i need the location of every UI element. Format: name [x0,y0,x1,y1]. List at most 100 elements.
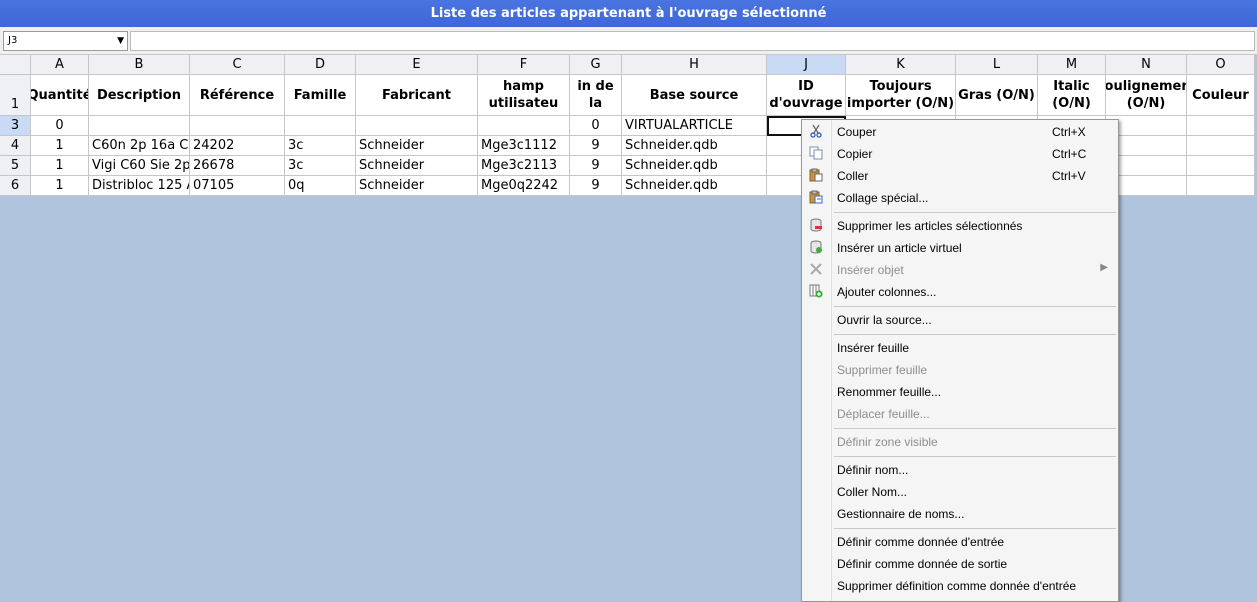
table-cell[interactable]: Mge0q2242 [478,176,570,196]
table-cell[interactable]: 3c [285,156,356,176]
menu-item-couper[interactable]: Couper Ctrl+X [802,121,1118,143]
menu-item-ouvrir-source[interactable]: Ouvrir la source... [802,309,1118,331]
table-cell[interactable]: Vigi C60 Sie 2p 2 [89,156,190,176]
menu-item-definir-entree[interactable]: Définir comme donnée d'entrée [802,531,1118,553]
table-cell[interactable]: 1 [31,156,89,176]
table-cell[interactable] [190,116,285,136]
table-cell[interactable]: Schneider.qdb [622,176,767,196]
menu-item-gestionnaire-noms[interactable]: Gestionnaire de noms... [802,503,1118,525]
table-cell[interactable]: 1 [31,136,89,156]
header-cell[interactable]: Référence [190,75,285,116]
header-cell[interactable]: ID d'ouvrage [767,75,846,116]
header-cell[interactable]: Quantité [31,75,89,116]
row-header[interactable]: 4 [0,136,31,156]
context-menu: Couper Ctrl+X Copier Ctrl+C Coller Ctrl+… [801,119,1119,602]
table-cell[interactable]: 0 [570,116,622,136]
table-cell[interactable]: Schneider.qdb [622,136,767,156]
table-cell[interactable]: 9 [570,136,622,156]
column-header[interactable]: L [956,55,1038,75]
formula-input[interactable] [130,31,1255,51]
menu-item-definir-sortie[interactable]: Définir comme donnée de sortie [802,553,1118,575]
column-header[interactable]: E [356,55,478,75]
column-header[interactable]: D [285,55,356,75]
insert-object-icon [808,262,824,278]
table-cell[interactable]: Schneider.qdb [622,156,767,176]
header-cell[interactable]: Famille [285,75,356,116]
menu-item-definir-nom[interactable]: Définir nom... [802,459,1118,481]
row-header[interactable]: 1 [0,75,31,116]
header-cell[interactable]: hamp utilisateu [478,75,570,116]
table-cell[interactable]: Mge3c2113 [478,156,570,176]
menu-item-deplacer-feuille[interactable]: Déplacer feuille... [802,403,1118,425]
table-cell[interactable]: 26678 [190,156,285,176]
column-header[interactable]: C [190,55,285,75]
menu-item-label: Copier [837,147,873,161]
menu-item-supprimer-feuille[interactable]: Supprimer feuille [802,359,1118,381]
column-header[interactable]: K [846,55,956,75]
header-cell[interactable]: Gras (O/N) [956,75,1038,116]
menu-item-inserer-objet[interactable]: Insérer objet ▶ [802,259,1118,281]
table-cell[interactable]: 1 [31,176,89,196]
header-cell[interactable]: Italic (O/N) [1038,75,1106,116]
header-cell[interactable]: in de la [570,75,622,116]
header-cell[interactable]: Base source [622,75,767,116]
column-header[interactable]: A [31,55,89,75]
table-cell[interactable] [1187,116,1255,136]
table-cell[interactable] [1187,156,1255,176]
header-cell[interactable]: Couleur [1187,75,1255,116]
row-header[interactable]: 5 [0,156,31,176]
column-header[interactable]: F [478,55,570,75]
table-cell[interactable]: VIRTUALARTICLE [622,116,767,136]
table-cell[interactable]: 07105 [190,176,285,196]
header-cell[interactable]: Fabricant [356,75,478,116]
column-header[interactable]: M [1038,55,1106,75]
menu-item-label: Insérer un article virtuel [837,241,962,255]
table-cell[interactable] [89,116,190,136]
column-header[interactable]: B [89,55,190,75]
menu-item-label: Collage spécial... [837,191,929,205]
column-header[interactable]: N [1106,55,1187,75]
table-cell[interactable]: C60n 2p 16a C [89,136,190,156]
header-cell[interactable]: Description [89,75,190,116]
table-cell[interactable]: 9 [570,176,622,196]
scissors-icon [808,124,824,140]
table-cell[interactable]: Distribloc 125 A [89,176,190,196]
table-cell[interactable]: 9 [570,156,622,176]
table-cell[interactable]: 24202 [190,136,285,156]
column-header[interactable]: G [570,55,622,75]
menu-item-ajouter-colonnes[interactable]: Ajouter colonnes... [802,281,1118,303]
chevron-down-icon[interactable]: ▼ [117,36,124,46]
menu-item-coller-nom[interactable]: Coller Nom... [802,481,1118,503]
menu-item-collage-special[interactable]: Collage spécial... [802,187,1118,209]
table-cell[interactable] [1187,176,1255,196]
menu-item-definir-zone-visible[interactable]: Définir zone visible [802,431,1118,453]
column-header[interactable]: O [1187,55,1255,75]
table-cell[interactable]: 0 [31,116,89,136]
menu-item-coller[interactable]: Coller Ctrl+V [802,165,1118,187]
menu-item-copier[interactable]: Copier Ctrl+C [802,143,1118,165]
table-cell[interactable]: Schneider [356,176,478,196]
menu-item-renommer-feuille[interactable]: Renommer feuille... [802,381,1118,403]
table-cell[interactable] [1187,136,1255,156]
menu-item-inserer-feuille[interactable]: Insérer feuille [802,337,1118,359]
table-cell[interactable] [478,116,570,136]
chevron-right-icon: ▶ [1100,262,1108,273]
column-header[interactable]: J [767,55,846,75]
header-cell[interactable]: Toujours importer (O/N) [846,75,956,116]
name-box[interactable]: J3 ▼ [3,31,128,51]
table-cell[interactable] [356,116,478,136]
row-header[interactable]: 6 [0,176,31,196]
menu-item-supprimer-articles[interactable]: Supprimer les articles sélectionnés [802,215,1118,237]
select-all-corner[interactable] [0,55,31,75]
table-cell[interactable]: Schneider [356,156,478,176]
column-header[interactable]: H [622,55,767,75]
table-cell[interactable]: Schneider [356,136,478,156]
table-cell[interactable]: Mge3c1112 [478,136,570,156]
menu-item-inserer-article-virtuel[interactable]: Insérer un article virtuel [802,237,1118,259]
table-cell[interactable] [285,116,356,136]
menu-item-supprimer-definition-entree[interactable]: Supprimer définition comme donnée d'entr… [802,575,1118,597]
header-cell[interactable]: Soulignement (O/N) [1106,75,1187,116]
table-cell[interactable]: 0q [285,176,356,196]
row-header[interactable]: 3 [0,116,31,136]
table-cell[interactable]: 3c [285,136,356,156]
